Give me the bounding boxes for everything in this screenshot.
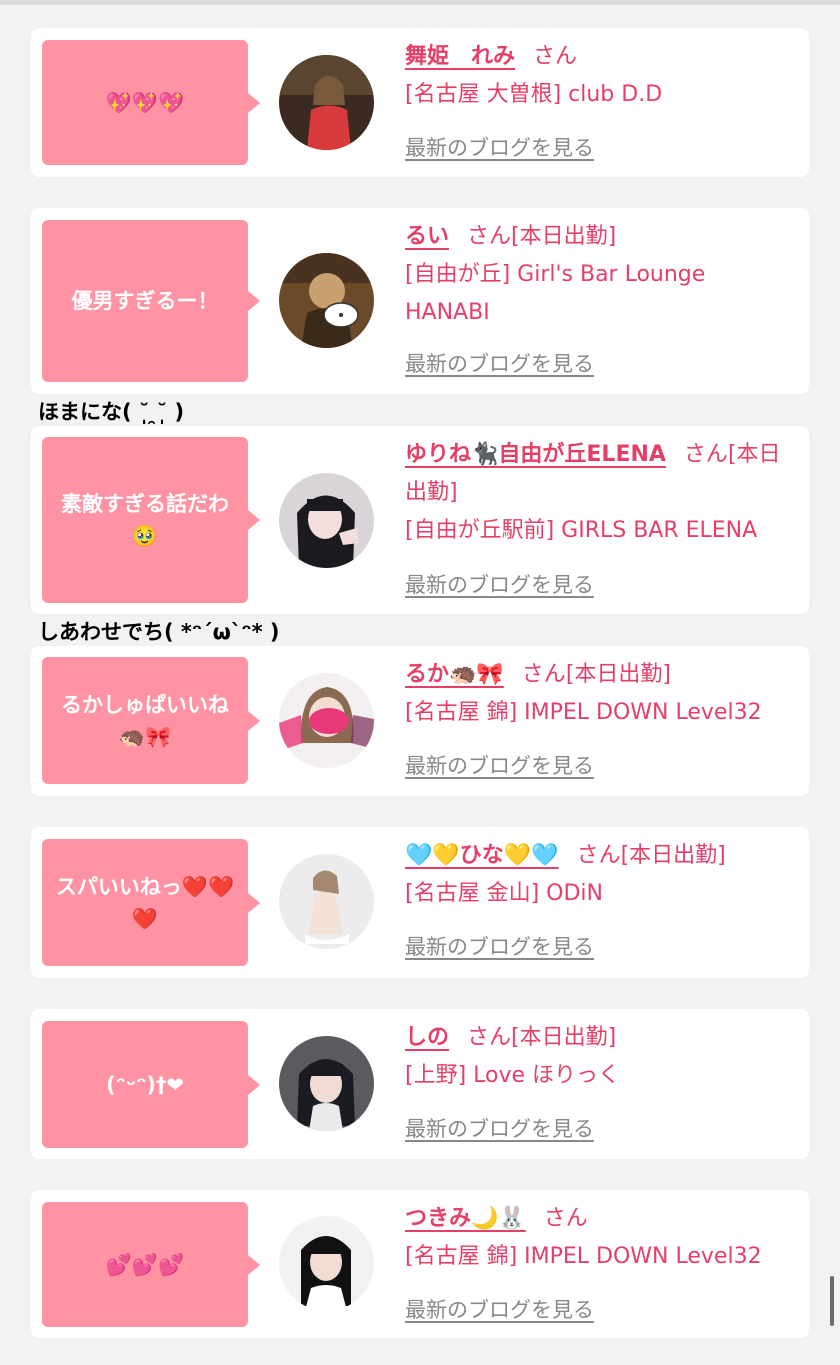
status-label: [本日出勤] <box>511 224 617 249</box>
caption-text: ほまにな( ˘̩̩̩ ̯˘̩̩̩ ) <box>38 400 185 424</box>
post-card: スパいいねっ❤️❤️❤️ 🩵💛ひな💛🩵 さん[本日出勤] [名古屋 金山] ODi… <box>31 827 809 978</box>
avatar[interactable] <box>279 854 374 949</box>
latest-blog-link[interactable]: 最新のブログを見る <box>405 931 594 961</box>
honorific: さん <box>543 1206 588 1231</box>
top-divider <box>0 0 840 5</box>
honorific: さん <box>467 224 512 249</box>
latest-blog-link[interactable]: 最新のブログを見る <box>405 750 594 780</box>
post-card: 素敵すぎる話だわ🥹 ゆりね🐈‍⬛自由が丘ELENA さん[本日出勤] [自由が丘駅… <box>31 426 809 614</box>
post-card: 💖💖💖 舞姫 れみ さん [名古屋 大曽根] club D.D 最新のブログを見る <box>31 28 809 177</box>
girl-name-link[interactable]: るか🦔🎀 <box>405 662 504 687</box>
honorific: さん <box>467 1025 512 1050</box>
comment-bubble: 💖💖💖 <box>42 40 260 165</box>
latest-blog-link[interactable]: 最新のブログを見る <box>405 569 594 599</box>
scrollbar[interactable] <box>830 1276 834 1326</box>
shop-label[interactable]: [名古屋 大曽根] club D.D <box>405 76 797 114</box>
shop-label[interactable]: [名古屋 金山] ODiN <box>405 875 797 913</box>
girl-name-link[interactable]: ゆりね🐈‍⬛自由が丘ELENA <box>405 442 666 467</box>
girl-name-link[interactable]: るい <box>405 224 449 249</box>
shop-label[interactable]: [名古屋 錦] IMPEL DOWN Level32 <box>405 1238 797 1276</box>
girl-name-link[interactable]: しの <box>405 1025 449 1050</box>
avatar[interactable] <box>279 1216 374 1311</box>
girl-name-link[interactable]: 舞姫 れみ <box>405 44 515 69</box>
shop-label[interactable]: [自由が丘] Girl's Bar Lounge HANABI <box>405 256 735 332</box>
honorific: さん <box>521 662 566 687</box>
honorific: さん <box>576 843 621 868</box>
comment-bubble: るかしゅぱいいね🦔🎀 <box>42 657 260 784</box>
post-card: (ᵔᵕᵔ)†❤ しの さん[本日出勤] [上野] Love ほりっく 最新のブログ… <box>31 1009 809 1159</box>
latest-blog-link[interactable]: 最新のブログを見る <box>405 132 594 162</box>
avatar[interactable] <box>279 1036 374 1131</box>
comment-bubble: 💕💕💕 <box>42 1202 260 1327</box>
shop-label[interactable]: [上野] Love ほりっく <box>405 1057 797 1095</box>
comment-bubble: スパいいねっ❤️❤️❤️ <box>42 839 260 966</box>
post-card: 優男すぎるー！ るい さん[本日出勤] [自由が丘] Girl's Bar Lou… <box>31 208 809 394</box>
post-card: るかしゅぱいいね🦔🎀 るか🦔🎀 さん[本日出勤] [名古屋 錦] IMPEL DO… <box>31 646 809 796</box>
honorific: さん <box>533 44 578 69</box>
comment-bubble: 優男すぎるー！ <box>42 220 260 382</box>
status-label: [本日出勤] <box>620 843 726 868</box>
latest-blog-link[interactable]: 最新のブログを見る <box>405 348 594 378</box>
post-card: 💕💕💕 つきみ🌙🐰 さん [名古屋 錦] IMPEL DOWN Level32 最… <box>31 1190 809 1338</box>
caption-text: しあわせでち( *ᵔ´ω`ᵔ* ) <box>38 620 280 644</box>
comment-bubble: 素敵すぎる話だわ🥹 <box>42 437 260 603</box>
comment-bubble: (ᵔᵕᵔ)†❤ <box>42 1021 260 1148</box>
latest-blog-link[interactable]: 最新のブログを見る <box>405 1294 594 1324</box>
avatar[interactable] <box>279 253 374 348</box>
shop-label[interactable]: [自由が丘駅前] GIRLS BAR ELENA <box>405 512 797 550</box>
avatar[interactable] <box>279 473 374 568</box>
girl-name-link[interactable]: つきみ🌙🐰 <box>405 1206 526 1231</box>
avatar[interactable] <box>279 55 374 150</box>
status-label: [本日出勤] <box>511 1025 617 1050</box>
girl-name-link[interactable]: 🩵💛ひな💛🩵 <box>405 843 559 868</box>
shop-label[interactable]: [名古屋 錦] IMPEL DOWN Level32 <box>405 694 797 732</box>
latest-blog-link[interactable]: 最新のブログを見る <box>405 1113 594 1143</box>
honorific: さん <box>683 442 728 467</box>
status-label: [本日出勤] <box>565 662 671 687</box>
avatar[interactable] <box>279 673 374 768</box>
